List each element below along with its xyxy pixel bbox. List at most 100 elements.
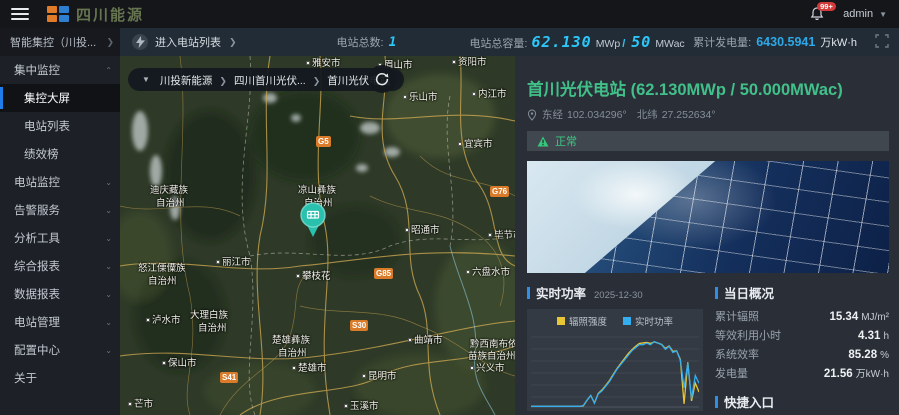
status-warning-icon	[537, 136, 549, 147]
status-badge: 正常	[555, 133, 577, 149]
breadcrumb-item-1[interactable]: 四川首川光伏...	[234, 75, 306, 87]
lightning-icon	[132, 34, 148, 50]
notification-badge: 99+	[817, 2, 836, 11]
sidebar-item-4[interactable]: 电站监控⌄	[0, 168, 120, 196]
chevron-down-icon: ⌄	[105, 262, 112, 271]
sidebar-item-7[interactable]: 综合报表⌄	[0, 252, 120, 280]
map-place-label: 泸水市	[146, 312, 181, 326]
chevron-down-icon[interactable]: ▼	[142, 75, 150, 84]
map-place-label: 芒市	[128, 396, 153, 410]
legend-irradiance[interactable]: 辐照强度	[557, 314, 607, 328]
logo-icon	[47, 6, 69, 22]
section-accent-bar	[715, 287, 718, 299]
section-accent-bar	[527, 287, 530, 299]
sidebar-item-6[interactable]: 分析工具⌄	[0, 224, 120, 252]
station-status-bar: 正常	[527, 131, 889, 151]
map-place-label: 兴义市	[470, 360, 505, 374]
fullscreen-icon[interactable]	[875, 34, 889, 51]
org-selector[interactable]: 智能集控（川投... ❯	[0, 28, 120, 56]
map-place-label: 乐山市	[403, 89, 438, 103]
capacity-mwac-value: 50	[631, 33, 651, 51]
capacity-mwp-value: 62.130	[532, 33, 592, 51]
sidebar-item-1[interactable]: 集控大屏	[0, 84, 120, 112]
total-generation-value: 6430.5941	[756, 35, 815, 49]
map-place-label: 怒江傈僳族	[138, 260, 186, 274]
realtime-power-title: 实时功率	[536, 283, 586, 302]
legend-power[interactable]: 实时功率	[623, 314, 673, 328]
stat-row-0: 累计辐照15.34MJ/m²	[715, 308, 889, 327]
map-place-label: 资阳市	[452, 56, 487, 68]
sidebar-item-2[interactable]: 电站列表	[0, 112, 120, 140]
station-count: 电站总数: 1	[337, 34, 398, 50]
map-canvas[interactable]: 雅安市眉山市资阳市乐山市内江市宜宾市迪庆藏族自治州凉山彝族自治州毕节市昭通市丽江…	[120, 56, 515, 415]
chevron-right-icon: ❯	[106, 37, 114, 48]
sidebar-item-3[interactable]: 绩效榜	[0, 140, 120, 168]
hamburger-menu-icon[interactable]	[11, 8, 29, 20]
longitude-value: 102.034296°	[567, 109, 627, 121]
station-detail-panel: 首川光伏电站 (62.130MWp / 50.000MWac) 东经102.03…	[515, 56, 899, 415]
sidebar-item-11[interactable]: 关于	[0, 364, 120, 392]
chevron-down-icon: ⌄	[105, 346, 112, 355]
chart-date: 2025-12-30	[594, 290, 643, 301]
map-place-label: 自治州	[278, 345, 307, 359]
notification-bell-icon[interactable]: 99+	[807, 4, 827, 24]
station-title: 首川光伏电站 (62.130MWp / 50.000MWac)	[527, 76, 889, 100]
total-generation: 累计发电量: 6430.5941 万kW·h	[693, 34, 857, 50]
map-place-label: 楚雄市	[292, 360, 327, 374]
sidebar-item-9[interactable]: 电站管理⌄	[0, 308, 120, 336]
breadcrumb-item-0[interactable]: 川投新能源	[160, 75, 213, 87]
station-coordinates: 东经102.034296° 北纬27.252634°	[527, 107, 889, 122]
breadcrumb-separator: ❯	[313, 76, 321, 86]
chevron-down-icon: ⌄	[105, 234, 112, 243]
map-place-label: 内江市	[472, 86, 507, 100]
stat-row-3: 发电量21.56万kW·h	[715, 365, 889, 384]
chevron-right-icon: ❯	[229, 37, 237, 48]
realtime-power-chart[interactable]: 辐照强度 实时功率	[527, 309, 703, 411]
today-overview-title: 当日概况	[724, 283, 774, 302]
chart-line-实时功率	[531, 342, 699, 407]
map-place-label: 自治州	[198, 320, 227, 334]
map-place-label: 攀枝花	[296, 268, 331, 282]
user-menu[interactable]: admin	[843, 8, 873, 20]
map-place-label: 迪庆藏族	[150, 182, 188, 196]
chart-plot-area	[531, 329, 699, 409]
map-place-label: 宜宾市	[458, 136, 493, 150]
quick-entry-title: 快捷入口	[724, 392, 774, 411]
map-place-label: 昭通市	[405, 222, 440, 236]
map-place-label: 玉溪市	[344, 398, 379, 412]
logo-text: 四川能源	[76, 4, 144, 25]
map-place-label: 昆明市	[362, 368, 397, 382]
latitude-value: 27.252634°	[662, 109, 716, 121]
location-pin-icon	[527, 109, 537, 121]
sidebar-item-5[interactable]: 告警服务⌄	[0, 196, 120, 224]
enter-station-list-button[interactable]: 进入电站列表 ❯	[132, 34, 237, 50]
stat-row-2: 系统效率85.28%	[715, 346, 889, 365]
map-place-label: 楚雄彝族	[272, 332, 310, 346]
chevron-down-icon: ⌄	[105, 178, 112, 187]
org-selector-label: 智能集控（川投...	[10, 34, 106, 50]
sidebar-item-8[interactable]: 数据报表⌄	[0, 280, 120, 308]
user-caret-icon[interactable]: ▼	[879, 10, 887, 19]
map-place-label: 自治州	[156, 195, 185, 209]
sidebar-item-0[interactable]: 集中监控⌃	[0, 56, 120, 84]
station-photo	[527, 161, 889, 273]
map-place-label: 大理白族	[190, 307, 228, 321]
sidebar-nav: 集中监控⌃集控大屏电站列表绩效榜电站监控⌄告警服务⌄分析工具⌄综合报表⌄数据报表…	[0, 56, 120, 415]
station-count-value: 1	[389, 35, 398, 50]
top-header: 四川能源 99+ admin ▼	[0, 0, 899, 28]
map-place-label: 自治州	[148, 273, 177, 287]
map-breadcrumb: ▼ 川投新能源❯四川首川光伏...❯首川光伏电站	[128, 68, 404, 91]
map-place-label: 六盘水市	[466, 264, 510, 278]
stat-row-1: 等效利用小时4.31h	[715, 327, 889, 346]
map-place-label: 丽江市	[216, 254, 251, 268]
brand-logo: 四川能源	[47, 4, 144, 25]
chevron-up-icon: ⌃	[105, 66, 112, 75]
station-capacity: 电站总容量: 62.130 MWp / 50 MWac	[469, 33, 684, 51]
road-shield-S30: S30	[350, 320, 368, 331]
station-map-pin[interactable]	[298, 202, 328, 247]
road-shield-G5: G5	[316, 136, 331, 147]
map-place-label: 保山市	[162, 355, 197, 369]
sidebar-item-10[interactable]: 配置中心⌄	[0, 336, 120, 364]
road-shield-S41: S41	[220, 372, 238, 383]
map-refresh-button[interactable]	[368, 65, 396, 93]
